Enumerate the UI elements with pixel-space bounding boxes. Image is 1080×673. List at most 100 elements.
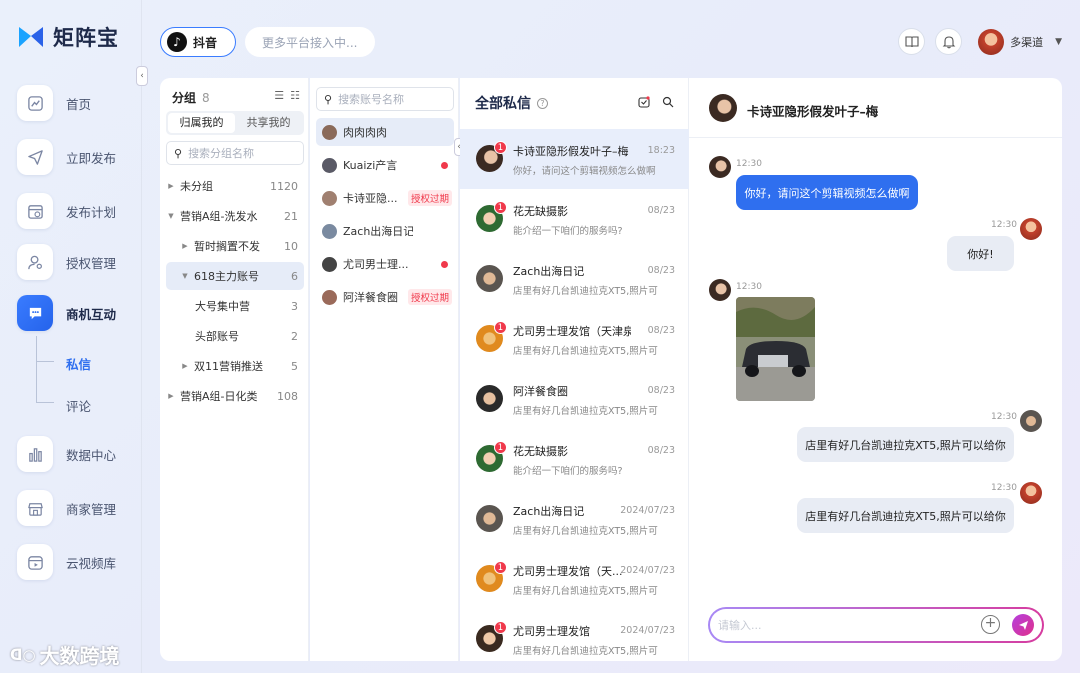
unread-badge: 1 (494, 441, 507, 454)
caret-right-icon: ▶ (182, 362, 188, 370)
sidebar-collapse-icon[interactable]: ‹ (136, 66, 148, 86)
auth-expired-badge: 授权过期 (407, 289, 452, 305)
user-menu[interactable]: 多渠道 ▼ (978, 28, 1062, 55)
search-placeholder: 搜索账号名称 (338, 93, 405, 106)
group-search-input[interactable]: ⚲ 搜索分组名称 (166, 141, 304, 165)
tree-row[interactable]: 头部账号 2 (166, 322, 304, 350)
store-icon (17, 490, 53, 526)
send-button[interactable] (1012, 614, 1034, 636)
account-row[interactable]: 阿洋餐食圈 授权过期 (316, 283, 454, 311)
message-row[interactable]: 1 尤司男士理发馆 2024/07/23 店里有好几台凯迪拉克XT5,照片可 (460, 609, 689, 661)
message-row[interactable]: 阿洋餐食圈 08/23 店里有好几台凯迪拉克XT5,照片可 (460, 369, 689, 429)
account-row[interactable]: 尤司男士理... (316, 250, 454, 278)
more-platforms-pill[interactable]: 更多平台接入中... (245, 27, 375, 57)
plus-icon[interactable]: + (981, 615, 1000, 634)
message-preview: 店里有好几台凯迪拉克XT5,照片可 (513, 526, 658, 537)
caret-down-icon: ▼ (182, 272, 188, 280)
message-row[interactable]: 1 花无缺摄影 08/23 能介绍一下咱们的服务吗? (460, 189, 689, 249)
input-placeholder: 请输入... (718, 619, 762, 632)
avatar (322, 289, 337, 305)
search-icon[interactable] (662, 96, 674, 108)
chat-bubble-outgoing: 店里有好几台凯迪拉克XT5,照片可以给你 (797, 427, 1014, 462)
tree-count: 10 (284, 239, 298, 253)
unread-badge: 1 (494, 621, 507, 634)
tree-count: 6 (291, 269, 298, 283)
collapse-list-icon[interactable]: ☰ (274, 89, 284, 102)
message-time: 2024/07/23 (620, 565, 675, 576)
avatar (322, 256, 337, 272)
account-row[interactable]: Zach出海日记 (316, 217, 454, 245)
avatar (476, 265, 503, 292)
message-name: 尤司男士理发馆（天津泉 (513, 325, 631, 338)
book-icon[interactable] (898, 28, 926, 55)
caret-right-icon: ▶ (168, 182, 174, 190)
groups-count: 8 (202, 91, 210, 105)
search-placeholder: 搜索分组名称 (188, 147, 255, 160)
message-name: 卡诗亚隐形假发叶子–梅 (513, 145, 629, 158)
nav-item-video-library[interactable]: 云视频库 (17, 544, 116, 580)
message-row[interactable]: 1 尤司男士理发馆（天津泉 08/23 店里有好几台凯迪拉克XT5,照片可 (460, 309, 689, 369)
sub-nav-comments[interactable]: 评论 (66, 396, 91, 415)
message-time: 18:23 (647, 145, 675, 156)
message-row[interactable]: 1 尤司男士理发馆（天... 2024/07/23 店里有好几台凯迪拉克XT5,… (460, 549, 689, 609)
tree-row[interactable]: ▶ 双11营销推送 5 (166, 352, 304, 380)
message-name: 尤司男士理发馆（天... (513, 565, 623, 578)
tree-row[interactable]: ▼ 营销A组-洗发水 21 (166, 202, 304, 230)
avatar (1020, 218, 1042, 240)
account-row[interactable]: Kuaizi产言 (316, 151, 454, 179)
message-row[interactable]: 1 卡诗亚隐形假发叶子–梅 18:23 你好，请问这个剪辑视频怎么做啊 (460, 129, 689, 189)
message-row[interactable]: 1 花无缺摄影 08/23 能介绍一下咱们的服务吗? (460, 429, 689, 489)
search-icon: ⚲ (174, 146, 183, 160)
nav-item-merchant[interactable]: 商家管理 (17, 490, 116, 526)
nav-item-plan[interactable]: 发布计划 (17, 193, 116, 229)
tree-row[interactable]: ▶ 暂时搁置不发 10 (166, 232, 304, 260)
message-row[interactable]: Zach出海日记 08/23 店里有好几台凯迪拉克XT5,照片可 (460, 249, 689, 309)
tree-row[interactable]: 大号集中营 3 (166, 292, 304, 320)
sub-nav-connector (36, 361, 54, 362)
tab-mine[interactable]: 归属我的 (168, 113, 235, 133)
nav-label: 首页 (66, 96, 92, 112)
platform-douyin-pill[interactable]: ♪ 抖音 (160, 27, 236, 57)
account-row[interactable]: 肉肉肉肉 (316, 118, 454, 146)
account-row[interactable]: 卡诗亚隐... 授权过期 (316, 184, 454, 212)
avatar (709, 156, 731, 178)
tree-row[interactable]: ▶ 营销A组-日化类 108 (166, 382, 304, 410)
message-time: 08/23 (647, 205, 675, 216)
nav-item-publish[interactable]: 立即发布 (17, 139, 116, 175)
tree-count: 108 (277, 389, 298, 403)
tree-row[interactable]: ▶ 未分组 1120 (166, 172, 304, 200)
tree-row[interactable]: ▼ 618主力账号 6 (166, 262, 304, 290)
avatar (1020, 410, 1042, 432)
brand-logo[interactable]: 矩阵宝 (17, 22, 119, 52)
nav-label: 发布计划 (66, 204, 117, 220)
caret-down-icon: ▼ (168, 212, 174, 220)
message-time: 08/23 (647, 385, 675, 396)
car-photo[interactable] (736, 297, 815, 401)
nav-item-interaction[interactable]: 商机互动 (17, 295, 116, 331)
nav-item-auth[interactable]: 授权管理 (17, 244, 116, 280)
avatar (322, 190, 337, 206)
message-row[interactable]: Zach出海日记 2024/07/23 店里有好几台凯迪拉克XT5,照片可 (460, 489, 689, 549)
avatar (476, 505, 503, 532)
mark-read-icon[interactable] (638, 96, 650, 108)
nav-label: 商机互动 (66, 306, 117, 322)
account-name: Kuaizi产言 (343, 159, 398, 172)
nav-item-home[interactable]: 首页 (17, 85, 91, 121)
sub-nav-dm[interactable]: 私信 (66, 354, 91, 373)
message-input[interactable]: 请输入... + (708, 607, 1044, 643)
help-icon[interactable]: ? (537, 97, 548, 109)
message-time: 08/23 (647, 265, 675, 276)
nav-item-data[interactable]: 数据中心 (17, 436, 116, 472)
top-right-actions: 多渠道 ▼ (898, 28, 1062, 55)
messages-header: 全部私信? (475, 93, 548, 113)
groups-panel: 分组 8 ☰ ☷ 归属我的 共享我的 ⚲ 搜索分组名称 ▶ 未分组 1120 ▼ 营销A组… (160, 78, 309, 661)
bell-icon[interactable] (935, 28, 963, 55)
account-search-input[interactable]: ⚲ 搜索账号名称 (316, 87, 454, 111)
tab-shared[interactable]: 共享我的 (235, 113, 302, 133)
caret-right-icon: ▶ (168, 392, 174, 400)
avatar (709, 94, 737, 122)
unread-badge: 1 (494, 141, 507, 154)
chat-bubble-outgoing: 你好! (947, 236, 1014, 271)
sort-list-icon[interactable]: ☷ (290, 89, 300, 102)
tree-count: 1120 (270, 179, 298, 193)
